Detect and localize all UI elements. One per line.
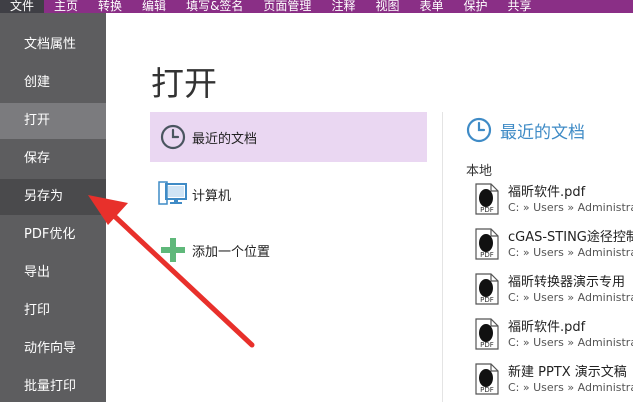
pdf-file-icon: PDF: [475, 273, 499, 305]
file-path: C: » Users » Administrat: [508, 291, 633, 304]
sidebar-item-save-as[interactable]: 另存为: [0, 179, 106, 215]
location-label: 计算机: [192, 188, 232, 204]
sidebar-item-action-wizard[interactable]: 动作向导: [0, 331, 106, 367]
sidebar-item-open[interactable]: 打开: [0, 103, 106, 139]
location-label: 添加一个位置: [192, 244, 271, 260]
sidebar-item-properties[interactable]: 文档属性: [0, 27, 106, 63]
panel-divider: [442, 112, 443, 402]
computer-icon: [158, 179, 188, 209]
pdf-badge: PDF: [480, 386, 494, 394]
plus-icon: [158, 235, 188, 265]
tab-comment[interactable]: 注释: [321, 0, 365, 13]
page-title: 打开: [151, 64, 217, 103]
recent-file-item[interactable]: PDF 福昕软件.pdf C: » Users » Administrat: [475, 181, 633, 225]
sidebar-item-batch-print[interactable]: 批量打印: [0, 369, 106, 402]
tab-file[interactable]: 文件: [0, 0, 45, 13]
tab-share[interactable]: 共享: [498, 0, 542, 13]
file-name: 福昕转换器演示专用: [508, 275, 626, 290]
clock-icon: [466, 117, 492, 143]
recent-title: 最近的文档: [500, 122, 585, 143]
tab-page-manage[interactable]: 页面管理: [253, 0, 321, 13]
pdf-badge: PDF: [480, 296, 494, 304]
tab-home[interactable]: 主页: [44, 0, 88, 13]
sidebar-item-pdf-optimize[interactable]: PDF优化: [0, 217, 106, 253]
ribbon-tabs: 文件 主页 转换 编辑 填写&签名 页面管理 注释 视图 表单 保护 共享: [0, 0, 633, 13]
sidebar-item-export[interactable]: 导出: [0, 255, 106, 291]
clock-icon: [158, 122, 188, 152]
sidebar-item-create[interactable]: 创建: [0, 65, 106, 101]
file-name: cGAS-STING途径控制: [508, 230, 633, 245]
tab-edit[interactable]: 编辑: [132, 0, 176, 13]
recent-file-item[interactable]: PDF 新建 PPTX 演示文稿 C: » Users » Administrat: [475, 361, 633, 402]
app-window: 文件 主页 转换 编辑 填写&签名 页面管理 注释 视图 表单 保护 共享 文档…: [0, 0, 633, 402]
tab-form[interactable]: 表单: [409, 0, 453, 13]
location-computer[interactable]: 计算机: [150, 169, 427, 219]
file-path: C: » Users » Administrat: [508, 336, 633, 349]
backstage-sidebar: 文档属性 创建 打开 保存 另存为 PDF优化 导出 打印 动作向导 批量打印: [0, 13, 106, 402]
pdf-badge: PDF: [480, 341, 494, 349]
pdf-file-icon: PDF: [475, 183, 499, 215]
local-section-label: 本地: [466, 164, 493, 179]
file-name: 福昕软件.pdf: [508, 320, 586, 335]
pdf-badge: PDF: [480, 206, 494, 214]
recent-file-item[interactable]: PDF 福昕软件.pdf C: » Users » Administrat: [475, 316, 633, 360]
tab-fill-sign[interactable]: 填写&签名: [176, 0, 253, 13]
sidebar-item-print[interactable]: 打印: [0, 293, 106, 329]
recent-file-item[interactable]: PDF 福昕转换器演示专用 C: » Users » Administrat: [475, 271, 633, 315]
tab-view[interactable]: 视图: [365, 0, 409, 13]
location-label: 最近的文档: [192, 131, 258, 147]
pdf-file-icon: PDF: [475, 228, 499, 260]
file-path: C: » Users » Administrat: [508, 381, 633, 394]
file-name: 福昕软件.pdf: [508, 185, 586, 200]
recent-header: 最近的文档: [466, 117, 585, 143]
sidebar-item-save[interactable]: 保存: [0, 141, 106, 177]
tab-protect[interactable]: 保护: [453, 0, 497, 13]
file-name: 新建 PPTX 演示文稿: [508, 365, 627, 380]
location-add-place[interactable]: 添加一个位置: [150, 225, 427, 275]
pdf-file-icon: PDF: [475, 318, 499, 350]
file-path: C: » Users » Administrat: [508, 246, 633, 259]
location-recent-documents[interactable]: 最近的文档: [150, 112, 427, 162]
pdf-file-icon: PDF: [475, 363, 499, 395]
tab-convert[interactable]: 转换: [88, 0, 132, 13]
pdf-badge: PDF: [480, 251, 494, 259]
file-path: C: » Users » Administrat: [508, 201, 633, 214]
recent-file-item[interactable]: PDF cGAS-STING途径控制 C: » Users » Administra…: [475, 226, 633, 270]
